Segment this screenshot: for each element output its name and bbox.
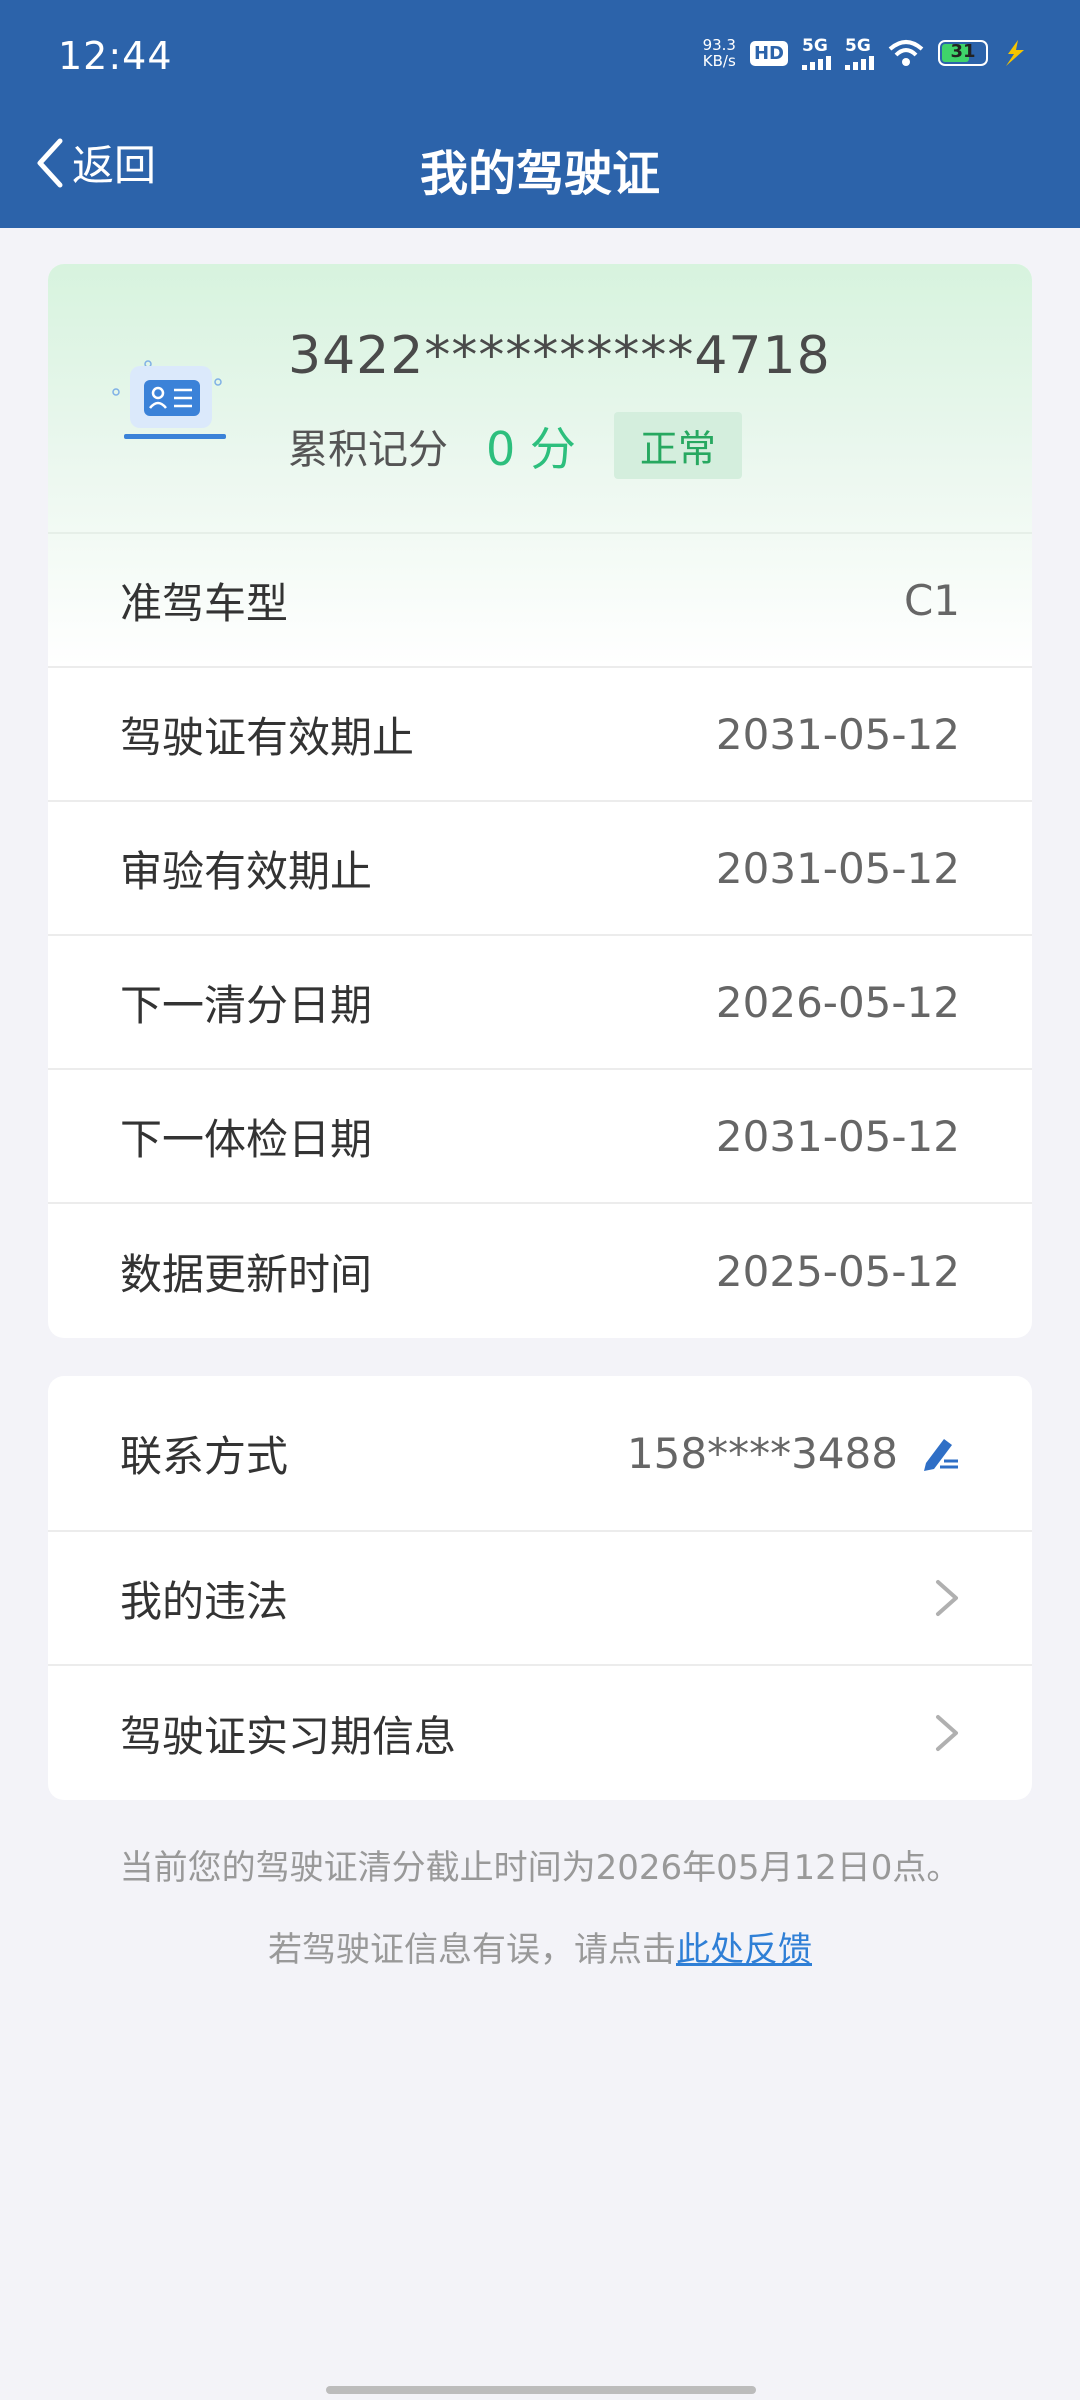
sim2-label: 5G [845, 36, 871, 56]
battery-level: 31 [950, 41, 976, 62]
network-speed: 93.3 KB/s [703, 37, 736, 69]
signal-icon: 5G [802, 36, 831, 70]
detail-label: 数据更新时间 [120, 1249, 373, 1299]
wifi-icon [888, 40, 924, 66]
contact-label: 联系方式 [120, 1431, 289, 1481]
home-indicator[interactable] [326, 2386, 756, 2394]
clear-notice: 当前您的驾驶证清分截止时间为2026年05月12日0点。 [119, 1848, 961, 1888]
hd-icon: HD [749, 40, 788, 66]
signal-icon: 5G [845, 36, 874, 70]
detail-value: 2026-05-12 [715, 977, 960, 1027]
detail-label: 准驾车型 [120, 578, 289, 628]
detail-value: 2031-05-12 [715, 1111, 960, 1161]
feedback-notice: 若驾驶证信息有误，请点击此处反馈 [0, 1922, 1080, 1971]
probation-row[interactable]: 驾驶证实习期信息 [48, 1666, 1032, 1800]
network-speed-unit: KB/s [702, 52, 736, 70]
detail-row-inspection-expiry: 审验有效期止 2031-05-12 [48, 802, 1032, 936]
detail-value: 2025-05-12 [715, 1246, 960, 1296]
chevron-right-icon [936, 1580, 958, 1616]
sim1-label: 5G [802, 36, 828, 56]
edit-icon[interactable] [920, 1433, 960, 1473]
actions-card: 联系方式 158****3488 我的违法 驾驶证实习期信息 [48, 1376, 1032, 1800]
license-card: 3422**********4718 累积记分 0 分 正常 准驾车型 C1 驾… [48, 264, 1032, 1338]
nav-bar: 返回 我的驾驶证 [0, 110, 1080, 228]
detail-row-license-expiry: 驾驶证有效期止 2031-05-12 [48, 668, 1032, 802]
detail-value: 2031-05-12 [715, 843, 960, 893]
violations-row[interactable]: 我的违法 [48, 1532, 1032, 1666]
feedback-link[interactable]: 此处反馈 [676, 1930, 812, 1970]
charging-icon [1006, 40, 1024, 66]
detail-label: 下一清分日期 [120, 980, 373, 1030]
license-summary: 3422**********4718 累积记分 0 分 正常 [48, 264, 1032, 534]
detail-label: 下一体检日期 [120, 1114, 373, 1164]
detail-value: C1 [903, 575, 960, 625]
feedback-prefix: 若驾驶证信息有误，请点击 [268, 1930, 676, 1970]
detail-label: 审验有效期止 [120, 846, 373, 896]
contact-phone: 158****3488 [626, 1428, 898, 1478]
detail-label: 驾驶证有效期止 [120, 712, 415, 762]
contact-value-wrap: 158****3488 [627, 1429, 960, 1478]
app-header: 12:44 93.3 KB/s HD 5G 5G 31 返回 我的驾驶证 [0, 0, 1080, 228]
points-value: 0 分 [486, 421, 576, 476]
contact-row[interactable]: 联系方式 158****3488 [48, 1376, 1032, 1532]
license-number: 3422**********4718 [288, 326, 831, 386]
probation-label: 驾驶证实习期信息 [120, 1711, 457, 1761]
battery-icon: 31 [938, 40, 988, 66]
status-icons: 93.3 KB/s HD 5G 5G 31 [703, 36, 1030, 70]
chevron-right-icon [936, 1715, 958, 1751]
points-row: 累积记分 0 分 正常 [288, 412, 742, 479]
detail-row-data-updated: 数据更新时间 2025-05-12 [48, 1204, 1032, 1338]
detail-value: 2031-05-12 [715, 709, 960, 759]
detail-row-next-clear-date: 下一清分日期 2026-05-12 [48, 936, 1032, 1070]
status-bar: 12:44 93.3 KB/s HD 5G 5G 31 [0, 0, 1080, 110]
status-badge: 正常 [613, 412, 742, 479]
status-time: 12:44 [58, 34, 173, 78]
violations-label: 我的违法 [120, 1576, 289, 1626]
page-title: 我的驾驶证 [419, 146, 660, 202]
id-card-icon [112, 360, 226, 439]
detail-row-next-medical-date: 下一体检日期 2031-05-12 [48, 1070, 1032, 1204]
points-label: 累积记分 [288, 426, 448, 473]
network-speed-value: 93.3 [702, 36, 736, 54]
detail-row-vehicle-class: 准驾车型 C1 [48, 534, 1032, 668]
